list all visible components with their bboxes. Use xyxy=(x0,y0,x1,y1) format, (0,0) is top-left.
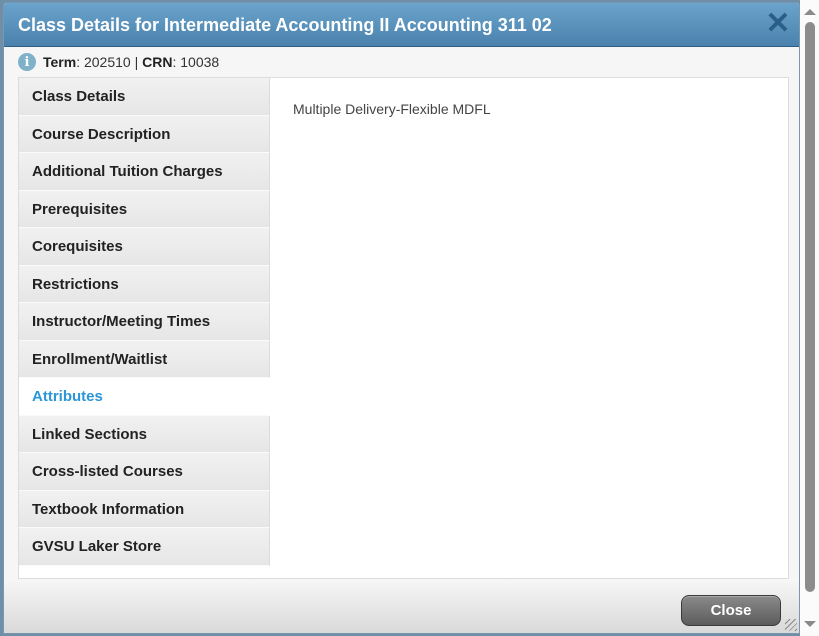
tab-restrictions[interactable]: Restrictions xyxy=(19,265,270,303)
crn-value: 10038 xyxy=(180,54,220,70)
close-button[interactable]: Close xyxy=(681,595,781,626)
resize-grip-icon[interactable] xyxy=(785,619,797,631)
crn-label: CRN xyxy=(142,54,173,70)
tab-cross-listed-courses[interactable]: Cross-listed Courses xyxy=(19,453,270,491)
section-tabs: Class Details Course Description Additio… xyxy=(19,78,270,578)
colon: : xyxy=(76,54,84,70)
page-scrollbar[interactable] xyxy=(800,0,819,636)
tab-instructor-meeting-times[interactable]: Instructor/Meeting Times xyxy=(19,303,270,341)
scroll-thumb[interactable] xyxy=(805,22,815,592)
tab-class-details[interactable]: Class Details xyxy=(19,78,270,116)
term-crn-info: i Term: 202510 | CRN: 10038 xyxy=(18,52,219,72)
dialog-footer xyxy=(4,579,799,633)
term-value: 202510 xyxy=(83,54,131,70)
scroll-up-arrow-icon[interactable] xyxy=(804,9,816,15)
colon: : xyxy=(172,54,181,70)
tab-gvsu-laker-store[interactable]: GVSU Laker Store xyxy=(19,528,270,566)
close-x-icon[interactable]: ✕ xyxy=(765,9,791,39)
tab-course-description[interactable]: Course Description xyxy=(19,115,270,153)
info-separator: | xyxy=(131,54,142,70)
info-icon: i xyxy=(18,53,36,71)
tab-textbook-information[interactable]: Textbook Information xyxy=(19,490,270,528)
separator-text: | xyxy=(134,54,139,70)
dialog-title: Class Details for Intermediate Accountin… xyxy=(18,15,552,35)
class-details-dialog: Class Details for Intermediate Accountin… xyxy=(3,2,800,634)
tab-additional-tuition-charges[interactable]: Additional Tuition Charges xyxy=(19,153,270,191)
tab-linked-sections[interactable]: Linked Sections xyxy=(19,415,270,453)
attributes-content: Multiple Delivery-Flexible MDFL xyxy=(293,101,491,117)
dialog-titlebar[interactable]: Class Details for Intermediate Accountin… xyxy=(4,3,799,47)
term-label: Term xyxy=(43,54,77,70)
details-panel: Class Details Course Description Additio… xyxy=(18,77,789,579)
tab-prerequisites[interactable]: Prerequisites xyxy=(19,190,270,228)
scroll-down-arrow-icon[interactable] xyxy=(804,621,816,627)
tab-attributes[interactable]: Attributes xyxy=(19,378,270,416)
tab-corequisites[interactable]: Corequisites xyxy=(19,228,270,266)
tab-enrollment-waitlist[interactable]: Enrollment/Waitlist xyxy=(19,340,270,378)
